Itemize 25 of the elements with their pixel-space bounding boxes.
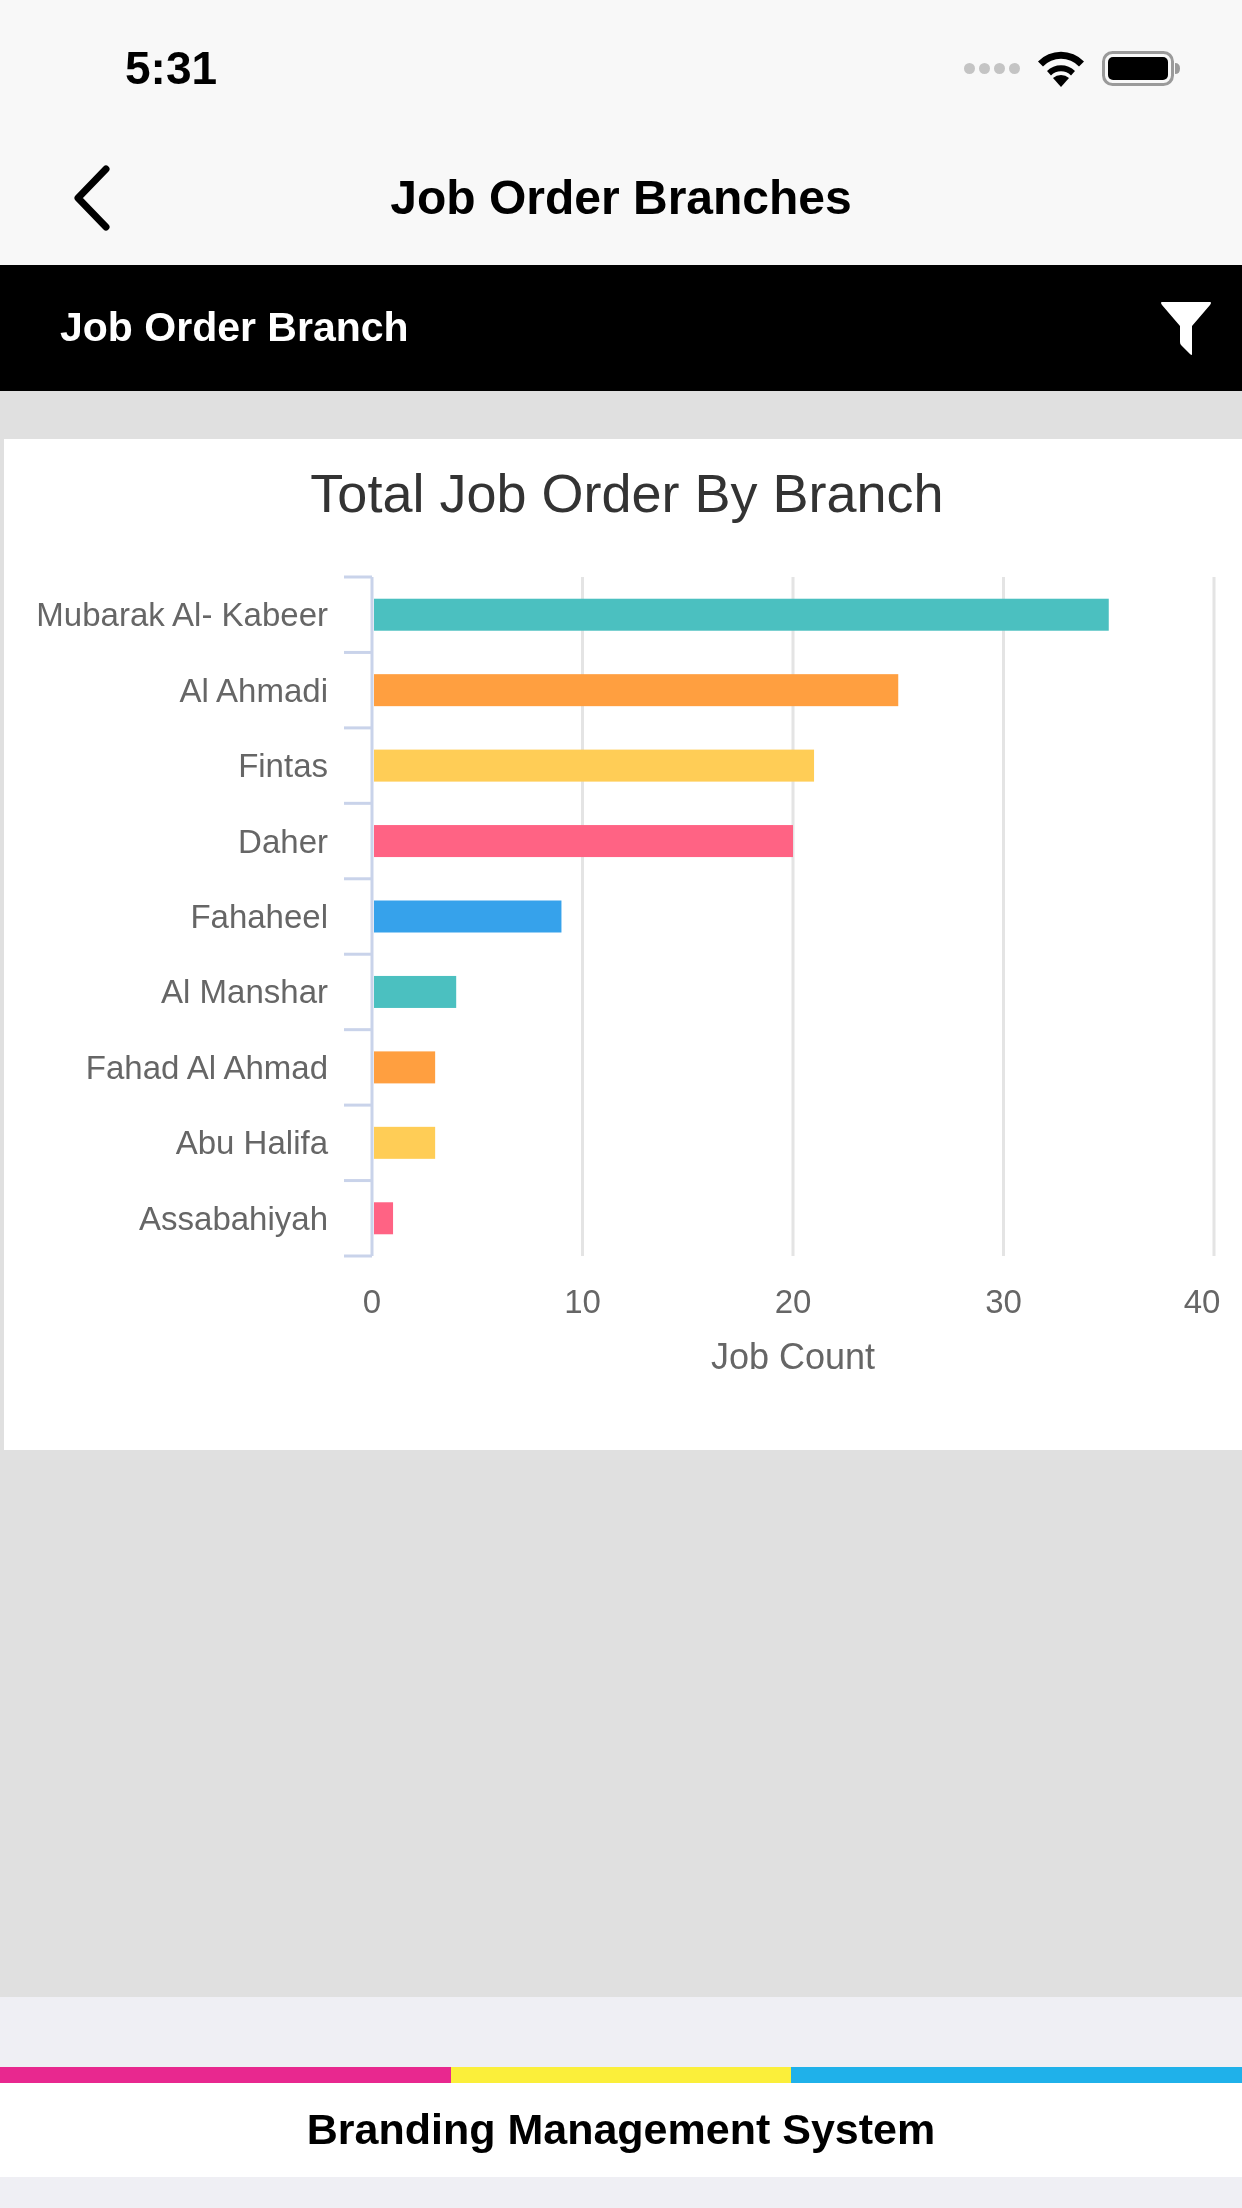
filter-icon	[1160, 300, 1212, 356]
category-label: Al Ahmadi	[179, 671, 328, 709]
category-label: Fahad Al Ahmad	[85, 1048, 328, 1086]
tick-label: 10	[564, 1282, 601, 1320]
tick-label: 30	[985, 1282, 1022, 1320]
category-label: Fintas	[238, 747, 328, 785]
tick-label: 20	[774, 1282, 812, 1320]
wifi-icon	[1036, 49, 1086, 87]
chart-title: Total Job Order By Branch	[310, 463, 944, 523]
page-title: Job Order Branches	[390, 169, 852, 226]
back-icon	[72, 164, 112, 231]
category-label: Assabahiyah	[139, 1199, 328, 1237]
battery-icon	[1102, 50, 1180, 86]
section-title: Job Order Branch	[60, 303, 409, 353]
category-label: Al Manshar	[161, 973, 328, 1011]
tick-label: 40	[1183, 1282, 1221, 1320]
footer-title: Branding Management System	[306, 2104, 936, 2156]
axis-title: Job Count	[710, 1335, 876, 1377]
category-label: Fahaheel	[190, 898, 328, 935]
tick-label: 0	[362, 1282, 382, 1320]
category-label: Mubarak Al- Kabeer	[36, 596, 328, 634]
category-label: Abu Halifa	[175, 1124, 328, 1162]
signal-icon	[964, 62, 1020, 74]
category-label: Daher	[238, 822, 328, 860]
status-time: 5:31	[125, 45, 218, 91]
